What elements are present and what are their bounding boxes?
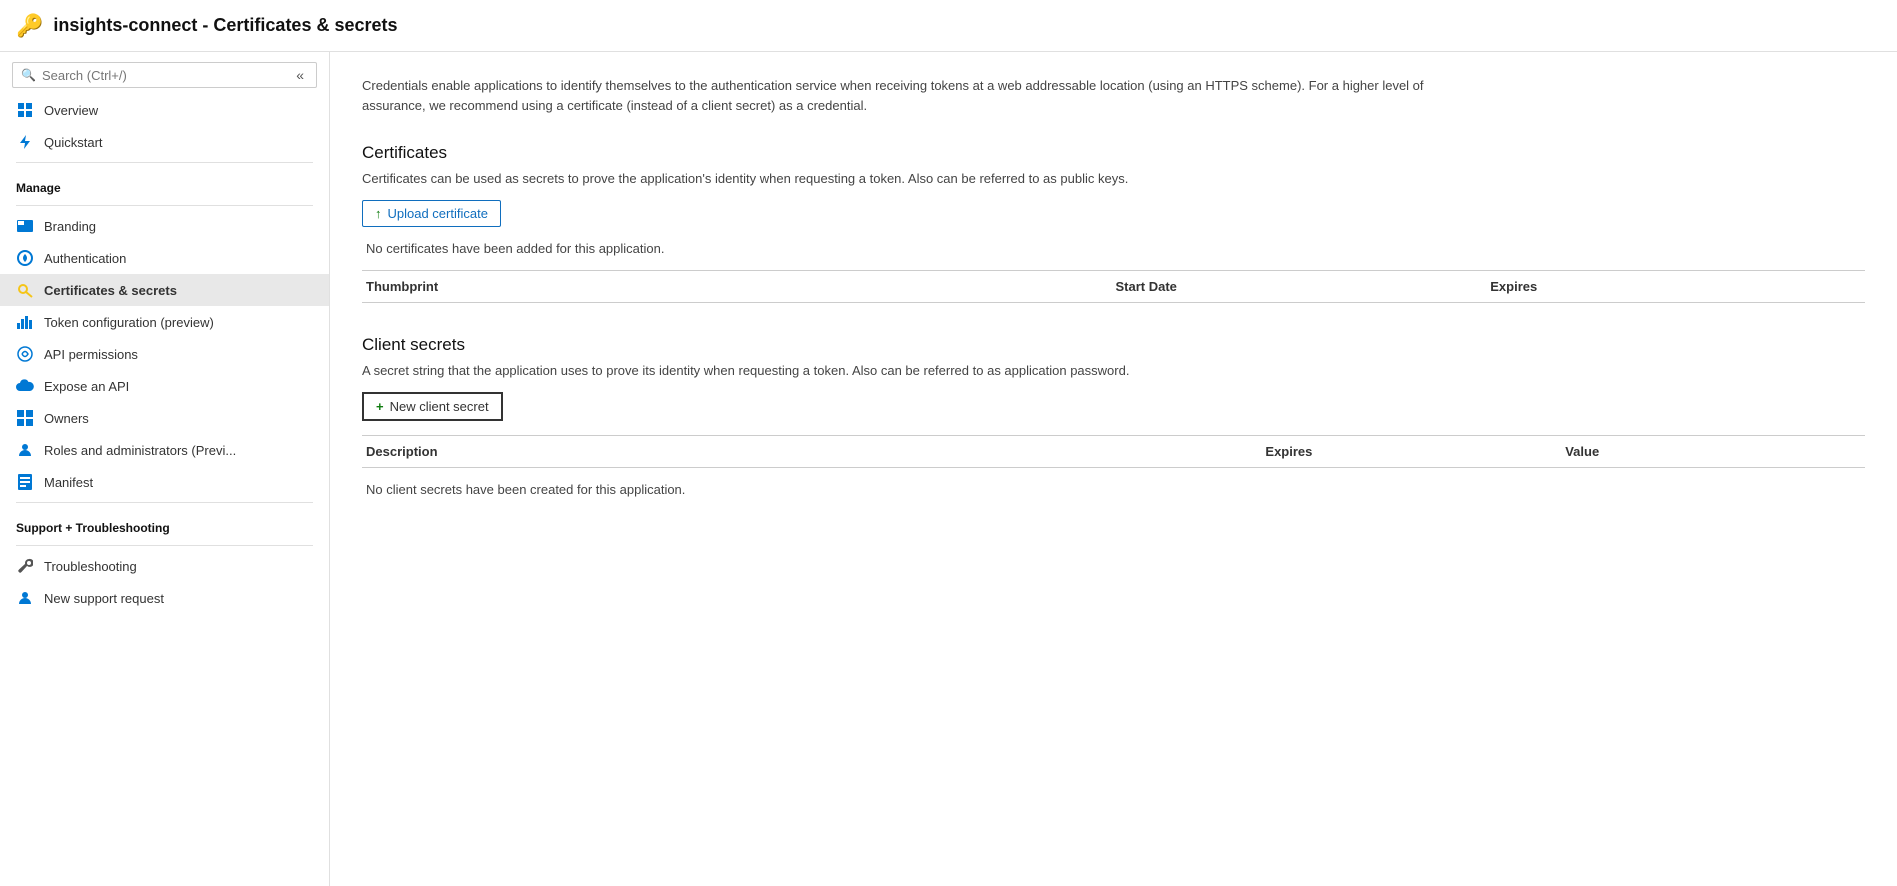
- app-icon: 🔑: [16, 13, 43, 39]
- certificates-description: Certificates can be used as secrets to p…: [362, 171, 1865, 186]
- sidebar-item-certificates[interactable]: Certificates & secrets: [0, 274, 329, 306]
- sidebar-item-roles[interactable]: Roles and administrators (Previ...: [0, 434, 329, 466]
- plus-icon: +: [376, 399, 384, 414]
- upload-certificate-label: Upload certificate: [388, 206, 488, 221]
- sidebar-item-manifest[interactable]: Manifest: [0, 466, 329, 498]
- sidebar-item-support-request[interactable]: New support request: [0, 582, 329, 614]
- upload-arrow-icon: ↑: [375, 206, 382, 221]
- lightning-icon: [16, 133, 34, 151]
- main-content: Credentials enable applications to ident…: [330, 52, 1897, 886]
- col-description-header: Description: [362, 444, 1265, 459]
- sidebar-item-certificates-label: Certificates & secrets: [44, 283, 177, 298]
- sidebar-item-overview-label: Overview: [44, 103, 98, 118]
- sidebar-item-manifest-label: Manifest: [44, 475, 93, 490]
- sidebar-item-troubleshooting-label: Troubleshooting: [44, 559, 137, 574]
- search-icon: 🔍: [21, 68, 36, 82]
- certificates-table-header: Thumbprint Start Date Expires: [362, 270, 1865, 303]
- collapse-sidebar-button[interactable]: «: [292, 67, 308, 83]
- new-client-secret-label: New client secret: [390, 399, 489, 414]
- api-icon: [16, 345, 34, 363]
- sidebar-item-roles-label: Roles and administrators (Previ...: [44, 443, 236, 458]
- sidebar-item-token-label: Token configuration (preview): [44, 315, 214, 330]
- sidebar-item-owners[interactable]: Owners: [0, 402, 329, 434]
- certificates-empty-message: No certificates have been added for this…: [362, 227, 1865, 270]
- client-secrets-section: Client secrets A secret string that the …: [362, 335, 1865, 511]
- search-input[interactable]: [42, 68, 292, 83]
- token-icon: [16, 313, 34, 331]
- col-expires-header: Expires: [1490, 279, 1865, 294]
- sidebar-item-authentication[interactable]: Authentication: [0, 242, 329, 274]
- certificates-title: Certificates: [362, 143, 1865, 163]
- manifest-icon: [16, 473, 34, 491]
- intro-text: Credentials enable applications to ident…: [362, 76, 1462, 115]
- support-section-label: Support + Troubleshooting: [0, 507, 329, 541]
- manage-divider: [16, 162, 313, 163]
- sidebar-item-token[interactable]: Token configuration (preview): [0, 306, 329, 338]
- sidebar-item-overview[interactable]: Overview: [0, 94, 329, 126]
- sidebar-item-branding[interactable]: Branding: [0, 210, 329, 242]
- owners-icon: [16, 409, 34, 427]
- auth-icon: [16, 249, 34, 267]
- sidebar-item-authentication-label: Authentication: [44, 251, 126, 266]
- sidebar-item-support-request-label: New support request: [44, 591, 164, 606]
- cloud-icon: [16, 377, 34, 395]
- grid-icon: [16, 101, 34, 119]
- manage-divider2: [16, 205, 313, 206]
- sidebar-item-branding-label: Branding: [44, 219, 96, 234]
- secrets-empty-message: No client secrets have been created for …: [362, 468, 1865, 511]
- search-box[interactable]: 🔍 «: [12, 62, 317, 88]
- key-icon: [16, 281, 34, 299]
- support-divider2: [16, 545, 313, 546]
- col-startdate-header: Start Date: [1116, 279, 1491, 294]
- support-divider: [16, 502, 313, 503]
- sidebar-item-api[interactable]: API permissions: [0, 338, 329, 370]
- roles-icon: [16, 441, 34, 459]
- wrench-icon: [16, 557, 34, 575]
- sidebar-item-troubleshooting[interactable]: Troubleshooting: [0, 550, 329, 582]
- certificates-section: Certificates Certificates can be used as…: [362, 143, 1865, 303]
- sidebar-item-expose-label: Expose an API: [44, 379, 129, 394]
- col-value-header: Value: [1565, 444, 1865, 459]
- client-secrets-title: Client secrets: [362, 335, 1865, 355]
- manage-section-label: Manage: [0, 167, 329, 201]
- sidebar-item-expose[interactable]: Expose an API: [0, 370, 329, 402]
- sidebar-item-quickstart-label: Quickstart: [44, 135, 103, 150]
- secrets-table-header: Description Expires Value: [362, 435, 1865, 468]
- app-header: 🔑 insights-connect - Certificates & secr…: [0, 0, 1897, 52]
- sidebar: 🔍 « Overview Quickstart Manage Brand: [0, 52, 330, 886]
- main-layout: 🔍 « Overview Quickstart Manage Brand: [0, 52, 1897, 886]
- col-thumbprint-header: Thumbprint: [362, 279, 1116, 294]
- sidebar-item-owners-label: Owners: [44, 411, 89, 426]
- client-secrets-description: A secret string that the application use…: [362, 363, 1865, 378]
- sidebar-item-quickstart[interactable]: Quickstart: [0, 126, 329, 158]
- support-icon: [16, 589, 34, 607]
- page-title: insights-connect - Certificates & secret…: [53, 15, 397, 36]
- new-client-secret-button[interactable]: + New client secret: [362, 392, 503, 421]
- branding-icon: [16, 217, 34, 235]
- col-exp-header: Expires: [1265, 444, 1565, 459]
- upload-certificate-button[interactable]: ↑ Upload certificate: [362, 200, 501, 227]
- sidebar-item-api-label: API permissions: [44, 347, 138, 362]
